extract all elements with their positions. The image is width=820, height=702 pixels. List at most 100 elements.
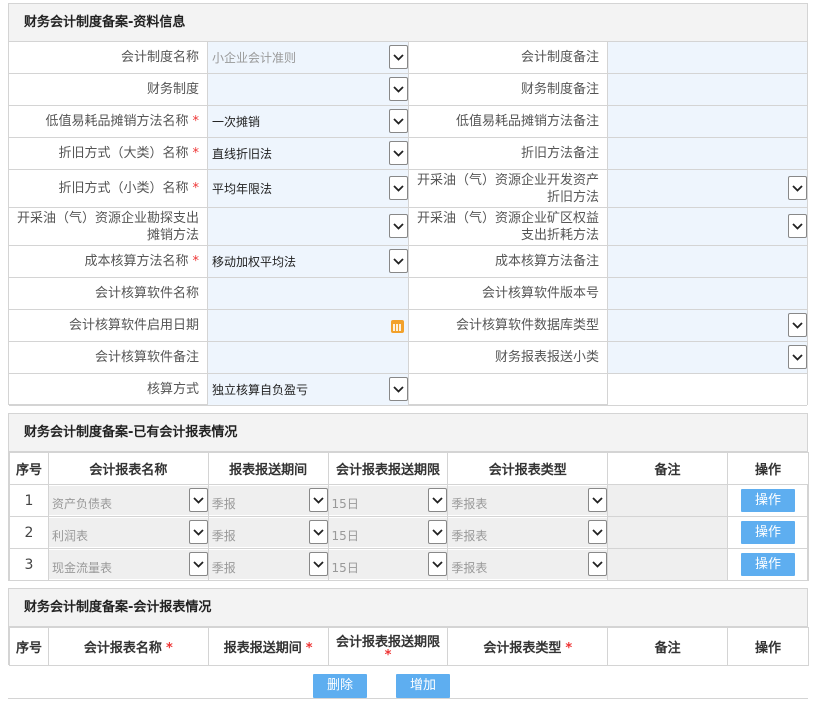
field-label-text: 低值易耗品摊销方法名称 (45, 114, 189, 129)
field-input[interactable] (208, 342, 408, 374)
chevron-down-icon[interactable] (588, 520, 608, 544)
chevron-down-icon[interactable] (428, 520, 448, 544)
field-label-text: 折旧方式（大类）名称 (58, 146, 189, 161)
field-label: 成本核算方法备注 (408, 246, 608, 278)
field-input[interactable] (608, 42, 807, 74)
field-select[interactable] (608, 208, 807, 246)
name-select[interactable]: 利润表 (48, 518, 208, 547)
field-input[interactable] (208, 278, 408, 310)
chevron-down-icon[interactable] (588, 552, 608, 576)
name-select[interactable]: 现金流量表 (48, 550, 208, 579)
field-label: 折旧方法备注 (408, 138, 608, 170)
operate-button[interactable]: 操作 (740, 489, 795, 512)
chevron-down-icon[interactable] (428, 488, 448, 512)
field-label-text: 财务制度 (146, 82, 199, 97)
name-select[interactable]: 资产负债表 (48, 486, 208, 515)
chevron-down-icon[interactable] (308, 488, 328, 512)
field-select[interactable] (608, 170, 807, 208)
chevron-down-icon[interactable] (389, 377, 408, 401)
chevron-down-icon[interactable] (389, 176, 408, 200)
column-header: 操作 (727, 627, 809, 666)
type-select[interactable]: 季报表 (448, 518, 608, 547)
chevron-down-icon[interactable] (389, 141, 408, 165)
select-value: 15日 (331, 529, 359, 543)
field-label-text: 会计制度名称 (120, 50, 199, 65)
section-title: 财务会计制度备案-资料信息 (9, 4, 807, 42)
field-label: 低值易耗品摊销方法名称 * (9, 106, 208, 138)
field-select[interactable]: 移动加权平均法 (208, 246, 408, 278)
select-value: 现金流量表 (51, 561, 112, 575)
chevron-down-icon[interactable] (389, 77, 408, 101)
chevron-down-icon[interactable] (389, 249, 408, 273)
field-input[interactable] (608, 278, 807, 310)
type-select[interactable]: 季报表 (448, 486, 608, 515)
field-label (408, 374, 608, 406)
field-label-text: 财务报表报送小类 (494, 350, 599, 365)
bottom-divider (8, 698, 808, 699)
chevron-down-icon[interactable] (308, 520, 328, 544)
chevron-down-icon[interactable] (188, 520, 208, 544)
field-input[interactable] (608, 246, 807, 278)
chevron-down-icon[interactable] (788, 214, 807, 238)
field-value: 移动加权平均法 (212, 255, 297, 269)
report-panel: 财务会计制度备案-会计报表情况 序号 会计报表名称 * 报表报送期间 * 会计报表报送期限… (8, 588, 809, 666)
field-select[interactable]: 平均年限法 (208, 170, 408, 208)
field-select[interactable]: 一次摊销 (208, 106, 408, 138)
chevron-down-icon[interactable] (389, 45, 408, 69)
column-header: 备注 (607, 452, 728, 485)
field-select[interactable] (208, 74, 408, 106)
column-header: 备注 (607, 627, 729, 666)
field-input[interactable] (608, 74, 807, 106)
select-value: 资产负债表 (51, 497, 112, 511)
field-select[interactable] (608, 310, 807, 342)
chevron-down-icon[interactable] (788, 313, 807, 337)
add-button[interactable]: 增加 (396, 674, 450, 698)
operate-button[interactable]: 操作 (740, 521, 795, 544)
type-select[interactable]: 季报表 (448, 550, 608, 579)
period-select[interactable]: 季报 (208, 486, 328, 515)
period-select[interactable]: 季报 (208, 550, 328, 579)
period-select[interactable]: 季报 (208, 518, 328, 547)
select-value: 季报表 (451, 561, 488, 575)
column-header: 会计报表名称 * (47, 627, 209, 666)
table-row: 1 资产负债表 季报 15日 季报表 操作 (9, 484, 810, 517)
row-number: 1 (9, 484, 49, 517)
chevron-down-icon[interactable] (788, 345, 807, 369)
column-header: 操作 (726, 452, 810, 485)
operate-button[interactable]: 操作 (740, 553, 795, 576)
field-label: 成本核算方法名称 * (9, 246, 208, 278)
chevron-down-icon[interactable] (308, 552, 328, 576)
column-header: 会计报表报送期限 (327, 452, 449, 485)
field-select[interactable] (608, 342, 807, 374)
field-input[interactable] (608, 138, 807, 170)
field-input[interactable] (608, 106, 807, 138)
field-label: 财务制度备注 (408, 74, 608, 106)
select-value: 15日 (331, 561, 359, 575)
chevron-down-icon[interactable] (188, 488, 208, 512)
field-label-text: 开采油（气）资源企业开发资产折旧方法 (416, 172, 599, 205)
chevron-down-icon[interactable] (389, 214, 408, 238)
limit-select[interactable]: 15日 (328, 486, 448, 515)
chevron-down-icon[interactable] (428, 552, 448, 576)
chevron-down-icon[interactable] (188, 552, 208, 576)
chevron-down-icon[interactable] (588, 488, 608, 512)
field-select[interactable] (208, 208, 408, 246)
select-value: 季报表 (451, 529, 488, 543)
delete-button[interactable]: 删除 (313, 674, 367, 698)
field-label-text: 核算方式 (146, 382, 199, 397)
calendar-icon[interactable] (391, 320, 404, 333)
field-input[interactable] (208, 310, 408, 342)
chevron-down-icon[interactable] (788, 176, 807, 200)
note-cell[interactable] (607, 484, 728, 517)
limit-select[interactable]: 15日 (328, 550, 448, 579)
limit-select[interactable]: 15日 (328, 518, 448, 547)
field-select[interactable]: 直线折旧法 (208, 138, 408, 170)
field-label: 核算方式 (9, 374, 208, 406)
field-label: 会计制度名称 (9, 42, 208, 74)
note-cell[interactable] (607, 516, 728, 549)
field-select[interactable]: 独立核算自负盈亏 (208, 374, 408, 406)
note-cell[interactable] (607, 548, 728, 581)
chevron-down-icon[interactable] (389, 109, 408, 133)
field-select[interactable]: 小企业会计准则 (208, 42, 408, 74)
column-header-text: 报表报送期间 (223, 641, 302, 656)
